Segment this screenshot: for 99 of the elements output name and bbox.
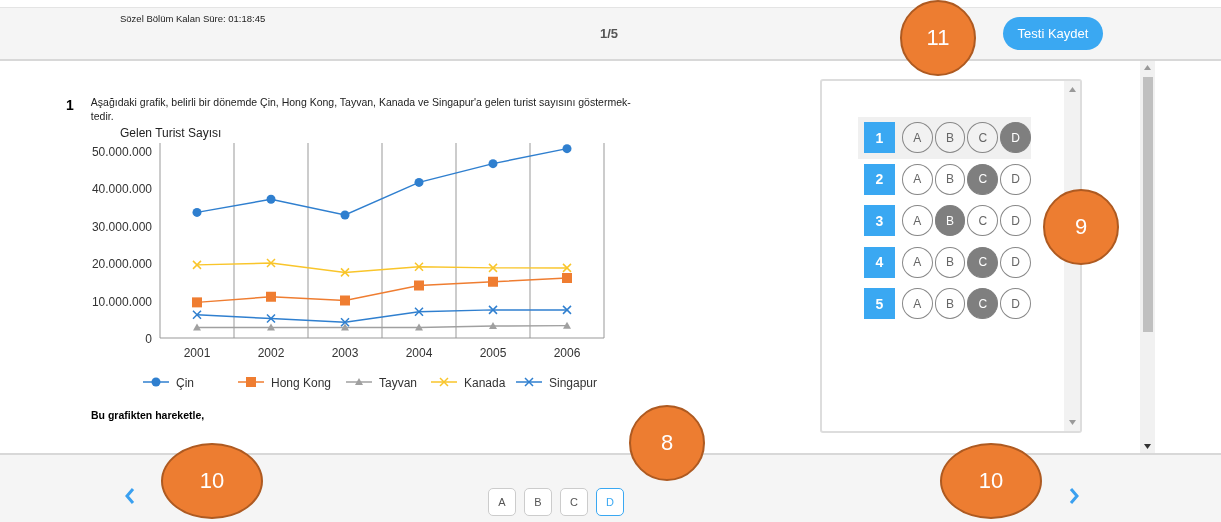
data-point bbox=[266, 291, 276, 302]
data-point bbox=[488, 263, 498, 273]
question-number-badge: 2 bbox=[864, 163, 895, 195]
answer-bubble[interactable]: B bbox=[934, 163, 966, 195]
x-axis-label: 2004 bbox=[405, 346, 433, 360]
data-point bbox=[340, 267, 350, 278]
answer-bubble[interactable]: B bbox=[934, 288, 966, 320]
answer-bubble[interactable]: A bbox=[901, 246, 933, 278]
current-answer-row[interactable]: 1 A B C D bbox=[858, 117, 1031, 159]
data-point bbox=[192, 310, 202, 320]
legend-symbol bbox=[345, 378, 373, 385]
x-axis-label: 2006 bbox=[553, 346, 581, 360]
answer-bubble[interactable]: B bbox=[934, 205, 966, 237]
data-point bbox=[415, 323, 423, 331]
answer-bubble[interactable]: D bbox=[1000, 288, 1031, 320]
answer-row[interactable]: 5 A B C D bbox=[858, 283, 1031, 325]
answer-bubble[interactable]: C bbox=[967, 288, 999, 320]
data-point bbox=[414, 262, 424, 272]
question-prompt: Bu grafikten hareketle, bbox=[91, 409, 206, 421]
answer-bubble[interactable]: D bbox=[1000, 205, 1031, 237]
data-point bbox=[488, 305, 498, 315]
answer-option-button[interactable]: C bbox=[560, 488, 588, 516]
data-point bbox=[414, 177, 424, 187]
data-point bbox=[488, 159, 498, 169]
y-axis-label: 40.000.000 bbox=[91, 182, 152, 196]
next-icon[interactable] bbox=[1068, 487, 1080, 505]
data-point bbox=[489, 322, 497, 329]
data-point bbox=[414, 280, 424, 291]
answer-row[interactable]: 3 A B C D bbox=[858, 200, 1031, 242]
answer-bubble[interactable]: A bbox=[901, 122, 933, 154]
legend-symbol bbox=[237, 377, 265, 387]
answer-bubble[interactable]: C bbox=[967, 122, 999, 154]
data-point bbox=[192, 207, 202, 217]
question-text: Aşağıdaki grafik, belirli bir dönemde Çin, Hong Kong, Tayvan, Kanada ve Singapur'a gelen turist sayısını göstermek- tedir. bbox=[90, 95, 632, 123]
data-point bbox=[193, 323, 201, 331]
question-number: 1 bbox=[66, 97, 74, 115]
answer-bubble[interactable]: D bbox=[1000, 246, 1031, 278]
data-point bbox=[488, 276, 498, 287]
data-point bbox=[562, 273, 572, 283]
legend-label: Singapur bbox=[549, 376, 598, 390]
question-number-badge: 1 bbox=[864, 122, 895, 154]
answer-option-button[interactable]: A bbox=[488, 488, 516, 516]
legend-symbol bbox=[515, 377, 543, 387]
question-number-badge: 5 bbox=[864, 288, 895, 320]
answer-bubble[interactable]: A bbox=[901, 163, 933, 195]
scroll-up-icon[interactable] bbox=[1068, 87, 1076, 92]
y-axis-label: 30.000.000 bbox=[91, 219, 152, 234]
scrollbar[interactable] bbox=[1140, 61, 1155, 453]
legend-label: Hong Kong bbox=[271, 376, 332, 390]
legend-label: Kanada bbox=[464, 376, 506, 390]
legend-symbol bbox=[142, 377, 170, 387]
data-point bbox=[340, 210, 350, 220]
y-axis-label: 10.000.000 bbox=[91, 294, 152, 309]
scrollbar-thumb[interactable] bbox=[1142, 77, 1153, 332]
scroll-up-icon[interactable] bbox=[1144, 65, 1151, 70]
callout-marker: 9 bbox=[1043, 189, 1119, 265]
data-point bbox=[340, 317, 350, 327]
x-axis-label: 2003 bbox=[331, 346, 359, 360]
previous-icon[interactable] bbox=[124, 487, 136, 505]
legend-label: Çin bbox=[176, 376, 194, 390]
callout-marker: 11 bbox=[900, 0, 976, 76]
chart-title: Gelen Turist Sayısı bbox=[120, 126, 223, 140]
data-point bbox=[563, 321, 571, 329]
y-axis-label: 0 bbox=[145, 332, 152, 346]
data-point bbox=[266, 313, 276, 324]
data-point bbox=[192, 260, 202, 270]
answer-bubble[interactable]: D bbox=[1000, 122, 1031, 154]
legend-symbol bbox=[430, 377, 458, 387]
data-point bbox=[562, 263, 572, 273]
data-point bbox=[192, 297, 202, 308]
question-counter: 1/5 bbox=[600, 26, 619, 41]
remaining-time: Sözel Bölüm Kalan Süre: 01:18:45 bbox=[120, 13, 266, 24]
y-axis-label: 20.000.000 bbox=[91, 257, 152, 271]
data-point bbox=[414, 307, 424, 317]
x-axis-label: 2005 bbox=[479, 346, 507, 360]
answer-bubble[interactable]: D bbox=[1000, 163, 1031, 195]
data-point bbox=[266, 194, 276, 204]
scroll-down-icon[interactable] bbox=[1144, 444, 1151, 449]
data-point bbox=[562, 305, 572, 315]
answer-row[interactable]: 4 A B C D bbox=[858, 241, 1031, 283]
answer-bubble[interactable]: A bbox=[901, 288, 933, 320]
answer-bubble[interactable]: B bbox=[934, 122, 966, 154]
answer-bubble[interactable]: C bbox=[967, 246, 999, 278]
y-axis-label: 50.000.000 bbox=[91, 144, 152, 159]
legend-label: Tayvan bbox=[379, 376, 418, 390]
data-point bbox=[562, 144, 572, 154]
x-axis-label: 2001 bbox=[183, 346, 211, 360]
data-point bbox=[266, 258, 276, 268]
question-number-badge: 4 bbox=[864, 246, 895, 278]
callout-marker: 8 bbox=[629, 405, 705, 481]
question-number-badge: 3 bbox=[864, 205, 895, 237]
answer-bubble[interactable]: B bbox=[934, 246, 966, 278]
answer-bubble[interactable]: A bbox=[901, 205, 933, 237]
answer-row[interactable]: 2 A B C D bbox=[858, 158, 1031, 200]
answer-bubble[interactable]: C bbox=[967, 205, 999, 237]
answer-option-button[interactable]: B bbox=[524, 488, 552, 516]
answer-bubble[interactable]: C bbox=[967, 163, 999, 195]
data-point bbox=[340, 295, 350, 306]
x-axis-label: 2002 bbox=[257, 346, 285, 360]
